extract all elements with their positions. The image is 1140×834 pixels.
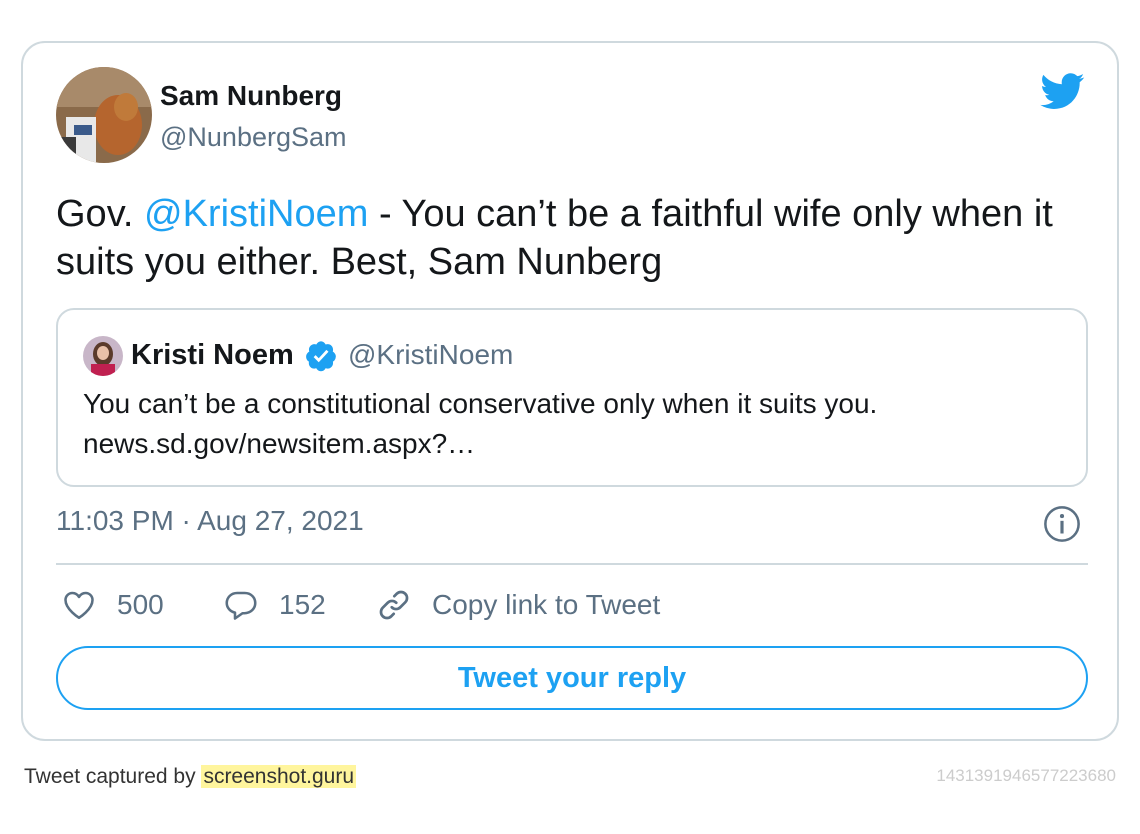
quoted-author-avatar[interactable] (83, 336, 123, 376)
reply-button[interactable]: 152 (223, 585, 326, 625)
like-count: 500 (117, 589, 164, 620)
tweet-timestamp[interactable]: 11:03 PM · Aug 27, 2021 (56, 505, 364, 537)
verified-badge-icon (306, 341, 336, 372)
like-button[interactable]: 500 (61, 585, 164, 625)
author-handle[interactable]: @NunbergSam (160, 122, 347, 153)
captured-by-prefix: Tweet captured by (24, 765, 202, 788)
captured-by-site-link[interactable]: screenshot.guru (201, 765, 357, 788)
info-icon[interactable] (1043, 505, 1081, 543)
author-display-name[interactable]: Sam Nunberg (160, 80, 342, 112)
author-avatar[interactable] (56, 67, 152, 163)
mention-link[interactable]: @KristiNoem (144, 193, 368, 235)
tweet-your-reply-button[interactable]: Tweet your reply (56, 646, 1088, 710)
tweet-card: Sam Nunberg @NunbergSam Gov. @KristiNoem… (21, 41, 1119, 741)
quoted-tweet-link[interactable]: news.sd.gov/newsitem.aspx?… (83, 424, 1063, 464)
quoted-tweet-text-line: You can’t be a constitutional conservati… (83, 388, 878, 419)
copy-link-button[interactable]: Copy link to Tweet (376, 585, 660, 625)
reply-count: 152 (279, 589, 326, 620)
quoted-author-display-name[interactable]: Kristi Noem (131, 339, 294, 372)
heart-icon (64, 591, 94, 620)
link-icon (379, 590, 409, 620)
captured-by-credit: Tweet captured by screenshot.guru (24, 765, 357, 789)
speech-bubble-icon (225, 591, 257, 620)
tweet-text-prefix: Gov. (56, 193, 144, 235)
divider (56, 563, 1088, 565)
copy-link-label: Copy link to Tweet (432, 589, 661, 620)
tweet-id: 1431391946577223680 (936, 766, 1116, 785)
tweet-text: Gov. @KristiNoem - You can’t be a faithf… (56, 190, 1096, 286)
quoted-tweet-text: You can’t be a constitutional conservati… (83, 384, 1063, 464)
twitter-bird-icon[interactable] (1038, 69, 1088, 113)
quoted-author-handle[interactable]: @KristiNoem (348, 339, 513, 371)
quoted-tweet[interactable]: Kristi Noem @KristiNoem You can’t be a c… (56, 308, 1088, 487)
